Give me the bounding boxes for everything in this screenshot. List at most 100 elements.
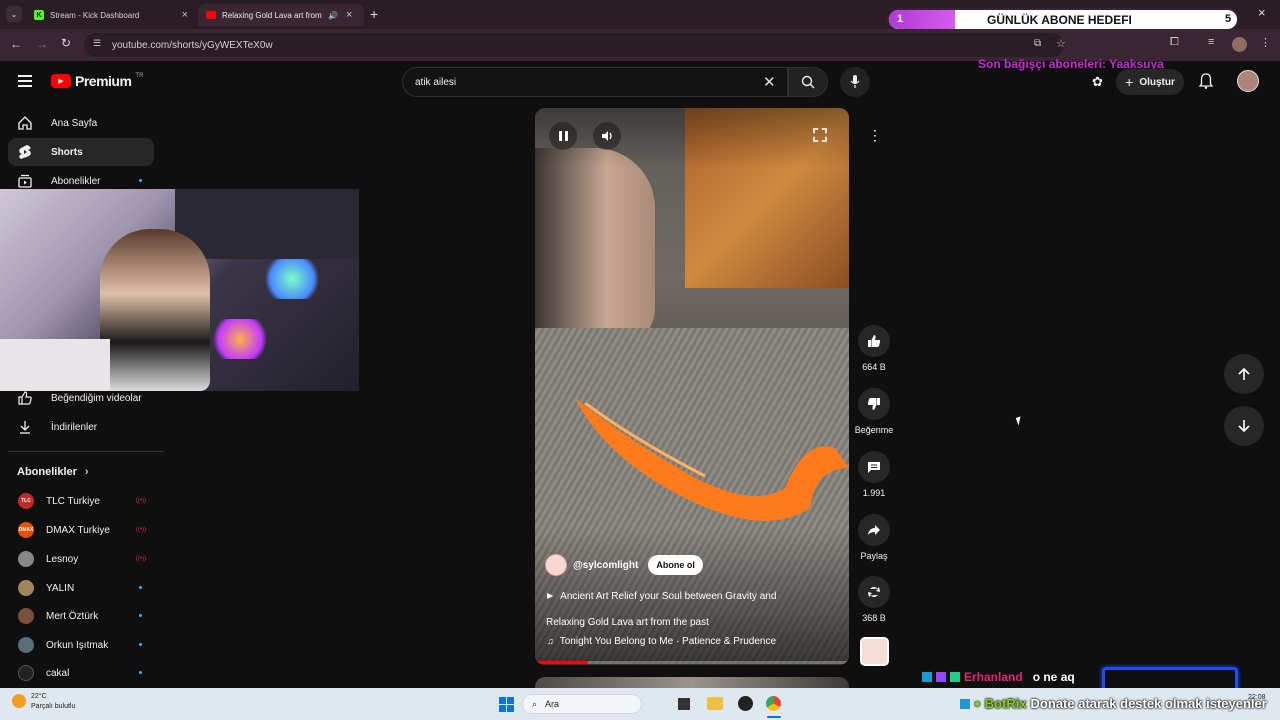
channel-name: cakal — [46, 667, 70, 679]
premium-gift-icon[interactable]: ✿ — [1092, 74, 1103, 90]
taskbar-clock[interactable]: 22:08 — [1248, 694, 1266, 701]
search-icon — [801, 75, 815, 89]
cast-icon[interactable]: ⧉ — [1034, 38, 1041, 49]
channel-name: DMAX Turkiye — [46, 524, 110, 536]
chrome-icon[interactable] — [766, 696, 781, 711]
like-button[interactable] — [858, 325, 890, 357]
taskbar-search-placeholder: Ara — [545, 699, 560, 709]
sidebar-item-downloads[interactable]: İndirilenler — [8, 413, 154, 441]
back-icon[interactable]: ← — [10, 37, 22, 51]
weather-widget[interactable]: 22°C Parçalı bulutlu — [12, 692, 75, 712]
sidebar-sub-tlc[interactable]: TLC TLC Turkiye ((•)) — [8, 489, 154, 513]
forward-icon[interactable]: → — [36, 37, 48, 51]
subscriptions-header[interactable]: Abonelikler › — [17, 466, 89, 478]
short-more-options-icon[interactable]: ⋮ — [868, 127, 882, 144]
notifications-bell-icon[interactable] — [1198, 73, 1214, 94]
create-label: Oluştur — [1139, 76, 1175, 88]
tab-audio-icon[interactable]: 🔊 — [328, 11, 338, 20]
tab-kick-dashboard[interactable]: K Stream - Kick Dashboard × — [26, 4, 196, 26]
youtube-icon — [206, 11, 216, 19]
youtube-play-icon: ▶ — [51, 74, 71, 88]
sidebar-sub-dmax[interactable]: DMAX DMAX Turkiye ((•)) — [8, 518, 154, 542]
channel-avatar[interactable] — [545, 554, 567, 576]
next-short-button[interactable] — [1224, 406, 1264, 446]
address-bar[interactable]: ☰ youtube.com/shorts/yGyWEXTeX0w ⧉ ☆ — [84, 33, 1066, 57]
dislike-button[interactable] — [858, 388, 890, 420]
active-app-indicator — [767, 716, 781, 718]
search-box[interactable]: atik ailesi ✕ — [402, 67, 788, 97]
short-desc-line1[interactable]: ▶ Ancient Art Relief your Soul between G… — [547, 591, 776, 602]
sidebar-sub-orkun[interactable]: Orkun Işıtmak — [8, 633, 154, 657]
tab-youtube-short[interactable]: Relaxing Gold Lava art from t 🔊 × — [198, 4, 364, 26]
taskbar-search[interactable]: ⌕ Ara — [522, 694, 642, 714]
obs-icon[interactable] — [738, 696, 753, 711]
windows-start-icon[interactable] — [499, 697, 514, 712]
home-icon — [18, 116, 32, 130]
pause-button[interactable] — [549, 122, 577, 150]
sidebar-sub-cakal[interactable]: cakal — [8, 661, 154, 685]
next-short-preview[interactable] — [535, 677, 849, 688]
voice-search-button[interactable] — [840, 67, 870, 97]
kick-icon: K — [34, 10, 44, 20]
hamburger-menu-icon[interactable] — [18, 75, 32, 87]
video-progress-track[interactable] — [535, 661, 849, 664]
download-icon — [20, 421, 30, 434]
short-video-player[interactable]: @sylcomlight Abone ol ▶ Ancient Art Reli… — [535, 108, 849, 665]
bookmark-star-icon[interactable]: ☆ — [1056, 37, 1066, 50]
video-glass-lava — [575, 398, 849, 521]
site-info-icon[interactable]: ☰ — [93, 38, 101, 49]
file-explorer-icon[interactable] — [707, 697, 723, 710]
volume-button[interactable] — [593, 122, 621, 150]
sidebar-sub-yalin[interactable]: YALIN — [8, 576, 154, 600]
tab-close-icon[interactable]: × — [346, 9, 352, 21]
sidebar-sub-lesnoy[interactable]: Lesnoy ((•)) — [8, 547, 154, 571]
sidebar-divider — [8, 451, 164, 452]
tab-close-icon[interactable]: × — [182, 9, 188, 21]
share-button[interactable] — [858, 514, 890, 546]
sidebar-item-home[interactable]: Ana Sayfa — [8, 109, 154, 137]
weather-desc: Parçalı bulutlu — [31, 703, 76, 710]
tab-title: Relaxing Gold Lava art from t — [222, 10, 322, 20]
profile-avatar[interactable] — [1232, 37, 1247, 52]
tab-list-button[interactable]: ⌄ — [6, 6, 22, 22]
fullscreen-icon[interactable] — [813, 128, 827, 142]
sidebar-sub-mert[interactable]: Mert Öztürk — [8, 604, 154, 628]
reading-list-icon[interactable]: ≡ — [1208, 36, 1214, 48]
previous-short-button[interactable] — [1224, 354, 1264, 394]
chat-badge-icon — [936, 672, 946, 682]
shorts-icon — [19, 145, 31, 159]
chat-message-overlay: Erhanland o ne aq — [922, 670, 1075, 684]
share-icon — [868, 525, 880, 535]
sound-thumbnail[interactable] — [860, 637, 889, 666]
video-progress-fill — [535, 661, 589, 664]
account-avatar[interactable] — [1237, 70, 1259, 92]
sidebar-item-shorts[interactable]: Shorts — [8, 138, 154, 166]
clear-search-icon[interactable]: ✕ — [763, 73, 776, 91]
youtube-logo[interactable]: ▶ Premium TR — [51, 73, 143, 89]
share-label: Paylaş — [860, 551, 888, 561]
pause-icon — [558, 131, 568, 141]
botrix-overlay: ● BotRix Donate atarak destek olmak iste… — [960, 696, 1267, 711]
channel-avatar — [18, 551, 34, 567]
comments-button[interactable] — [858, 451, 890, 483]
create-button[interactable]: + Oluştur — [1116, 69, 1184, 95]
sidebar-item-label: Beğendiğim videolar — [51, 392, 142, 404]
streamer-webcam-overlay — [0, 189, 359, 391]
extensions-icon[interactable]: ⧠ — [1170, 36, 1179, 49]
botrix-label: BotRix — [984, 696, 1027, 711]
search-input[interactable]: atik ailesi — [415, 77, 456, 88]
reload-icon[interactable]: ↻ — [61, 36, 71, 50]
close-window-icon[interactable]: × — [1258, 5, 1266, 20]
new-tab-button[interactable]: + — [370, 6, 378, 22]
channel-avatar: DMAX — [18, 522, 34, 538]
music-note-icon: ♫ — [547, 636, 554, 646]
task-view-icon[interactable] — [678, 698, 690, 710]
logo-region: TR — [135, 73, 144, 79]
subscribe-button[interactable]: Abone ol — [648, 555, 703, 575]
channel-handle[interactable]: @sylcomlight — [573, 560, 638, 571]
remix-button[interactable] — [858, 576, 890, 608]
search-button[interactable] — [788, 67, 828, 97]
short-music[interactable]: ♫ Tonight You Belong to Me · Patience & … — [547, 636, 776, 647]
channel-name: Orkun Işıtmak — [46, 639, 109, 651]
browser-menu-icon[interactable]: ⋮ — [1260, 36, 1271, 49]
